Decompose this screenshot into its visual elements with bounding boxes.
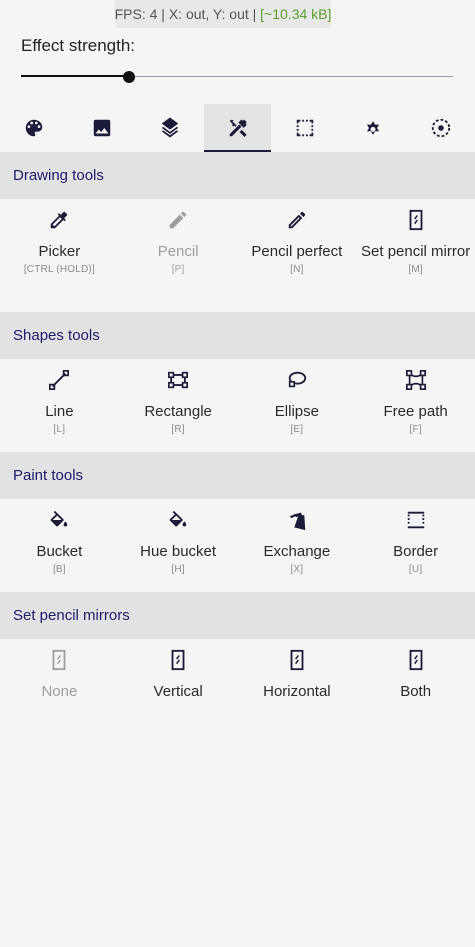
mirror-option-both[interactable]: Both: [356, 649, 475, 719]
selection-icon: [297, 119, 314, 137]
free-path-icon: [405, 370, 426, 390]
tool-name: Pencil perfect: [251, 243, 343, 260]
slider-thumb[interactable]: [123, 71, 135, 83]
exchange-icon: [289, 512, 306, 531]
tool-shortcut: [M]: [408, 264, 423, 275]
status-bar: FPS: 4 | X: out, Y: out | [~10.34 kB]: [115, 0, 331, 28]
status-separator: |: [252, 6, 257, 22]
tool-free-path[interactable]: Free path [F]: [356, 369, 475, 452]
eyedropper-icon: [51, 211, 68, 229]
tool-name: Rectangle: [144, 403, 212, 420]
tool-name: Ellipse: [274, 403, 319, 420]
rectangle-icon: [168, 371, 189, 389]
tool-shortcut: [F]: [409, 424, 422, 435]
section-pencil-mirrors: Set pencil mirrors: [0, 592, 475, 639]
effect-strength-label: Effect strength:: [21, 36, 136, 55]
tool-picker[interactable]: Picker [CTRL (HOLD)]: [0, 209, 119, 312]
mirror-icon: [409, 209, 423, 231]
mirror-option-horizontal[interactable]: Horizontal: [238, 649, 357, 719]
hue-bucket-icon: [169, 510, 187, 527]
fps-readout: FPS: 4: [114, 6, 158, 22]
tool-name: Picker: [38, 243, 81, 260]
section-shapes-tools: Shapes tools: [0, 312, 475, 359]
tool-name: Free path: [383, 403, 448, 420]
tools-panel: Drawing tools Picker [CTRL (HOLD)] Penci…: [0, 152, 475, 719]
tool-shortcut: [X]: [290, 564, 304, 575]
tool-exchange[interactable]: Exchange [X]: [238, 509, 357, 592]
status-separator: |: [161, 6, 165, 22]
mirror-vertical-icon: [171, 649, 185, 671]
tool-pencil-perfect[interactable]: Pencil perfect [N]: [238, 209, 357, 312]
pencil-mirrors-row: None Vertical Horizontal Both: [0, 639, 475, 719]
tool-shortcut: [B]: [52, 564, 66, 575]
drawing-tools-row: Picker [CTRL (HOLD)] Pencil [P] Pencil p…: [0, 199, 475, 312]
tool-ellipse[interactable]: Ellipse [E]: [238, 369, 357, 452]
tool-name: Hue bucket: [140, 543, 217, 560]
target-icon: [431, 118, 451, 138]
shapes-tools-row: Line [L] Rectangle [R] Ellipse [E] Free …: [0, 359, 475, 452]
tool-set-pencil-mirror[interactable]: Set pencil mirror [M]: [356, 209, 475, 312]
tool-border[interactable]: Border [U]: [356, 509, 475, 592]
tool-pencil[interactable]: Pencil [P]: [119, 209, 238, 312]
mirror-both-icon: [409, 649, 423, 671]
tool-shortcut: [E]: [290, 424, 304, 435]
tool-name: Set pencil mirror: [361, 243, 471, 260]
layers-icon: [161, 117, 178, 138]
mirror-option-none[interactable]: None: [0, 649, 119, 719]
cursor-coords: X: out, Y: out: [168, 6, 249, 22]
tool-shortcut: [L]: [53, 424, 66, 435]
line-icon: [49, 370, 70, 390]
tool-shortcut: [P]: [171, 264, 185, 275]
section-paint-tools: Paint tools: [0, 452, 475, 499]
tab-settings[interactable]: [339, 104, 407, 152]
border-icon: [407, 511, 424, 529]
tool-shortcut: [N]: [290, 264, 304, 275]
tool-shortcut: [H]: [171, 564, 185, 575]
settings-icon: [367, 121, 380, 135]
tool-tabs: [0, 104, 475, 152]
tool-name: Line: [45, 403, 74, 420]
tool-shortcut: [R]: [171, 424, 185, 435]
pencil-perfect-icon: [288, 211, 306, 229]
tool-shortcut: [U]: [408, 564, 423, 575]
tab-palette[interactable]: [0, 104, 68, 152]
palette-icon: [25, 119, 43, 137]
mirror-option-label: None: [41, 683, 78, 700]
section-drawing-tools: Drawing tools: [0, 152, 475, 199]
tool-line[interactable]: Line [L]: [0, 369, 119, 452]
mirror-option-label: Vertical: [153, 683, 203, 700]
tool-name: Bucket: [36, 543, 83, 560]
mirror-option-label: Both: [400, 683, 432, 700]
pencil-icon: [169, 211, 187, 229]
effect-strength-slider[interactable]: [21, 68, 453, 86]
image-icon: [93, 119, 111, 137]
mirror-option-vertical[interactable]: Vertical: [119, 649, 238, 719]
tab-layers[interactable]: [136, 104, 204, 152]
bucket-icon: [51, 510, 68, 527]
tool-hue-bucket[interactable]: Hue bucket [H]: [119, 509, 238, 592]
ellipse-icon: [288, 371, 307, 388]
mirror-option-label: Horizontal: [263, 683, 331, 700]
slider-fill: [21, 75, 129, 77]
mirror-none-icon: [52, 649, 66, 671]
paint-tools-row: Bucket [B] Hue bucket [H] Exchange [X] B…: [0, 499, 475, 592]
tool-name: Border: [393, 543, 439, 560]
tab-selection[interactable]: [271, 104, 339, 152]
tab-image[interactable]: [68, 104, 136, 152]
tab-tools[interactable]: [203, 104, 272, 152]
tab-target[interactable]: [407, 104, 475, 152]
tool-shortcut: [CTRL (HOLD)]: [23, 264, 95, 275]
tools-icon: [229, 119, 247, 137]
tool-bucket[interactable]: Bucket [B]: [0, 509, 119, 592]
tool-name: Pencil: [157, 243, 199, 260]
tool-name: Exchange: [263, 543, 331, 560]
tool-rectangle[interactable]: Rectangle [R]: [119, 369, 238, 452]
file-size: [~10.34 kB]: [260, 6, 332, 22]
mirror-horizontal-icon: [290, 649, 304, 671]
